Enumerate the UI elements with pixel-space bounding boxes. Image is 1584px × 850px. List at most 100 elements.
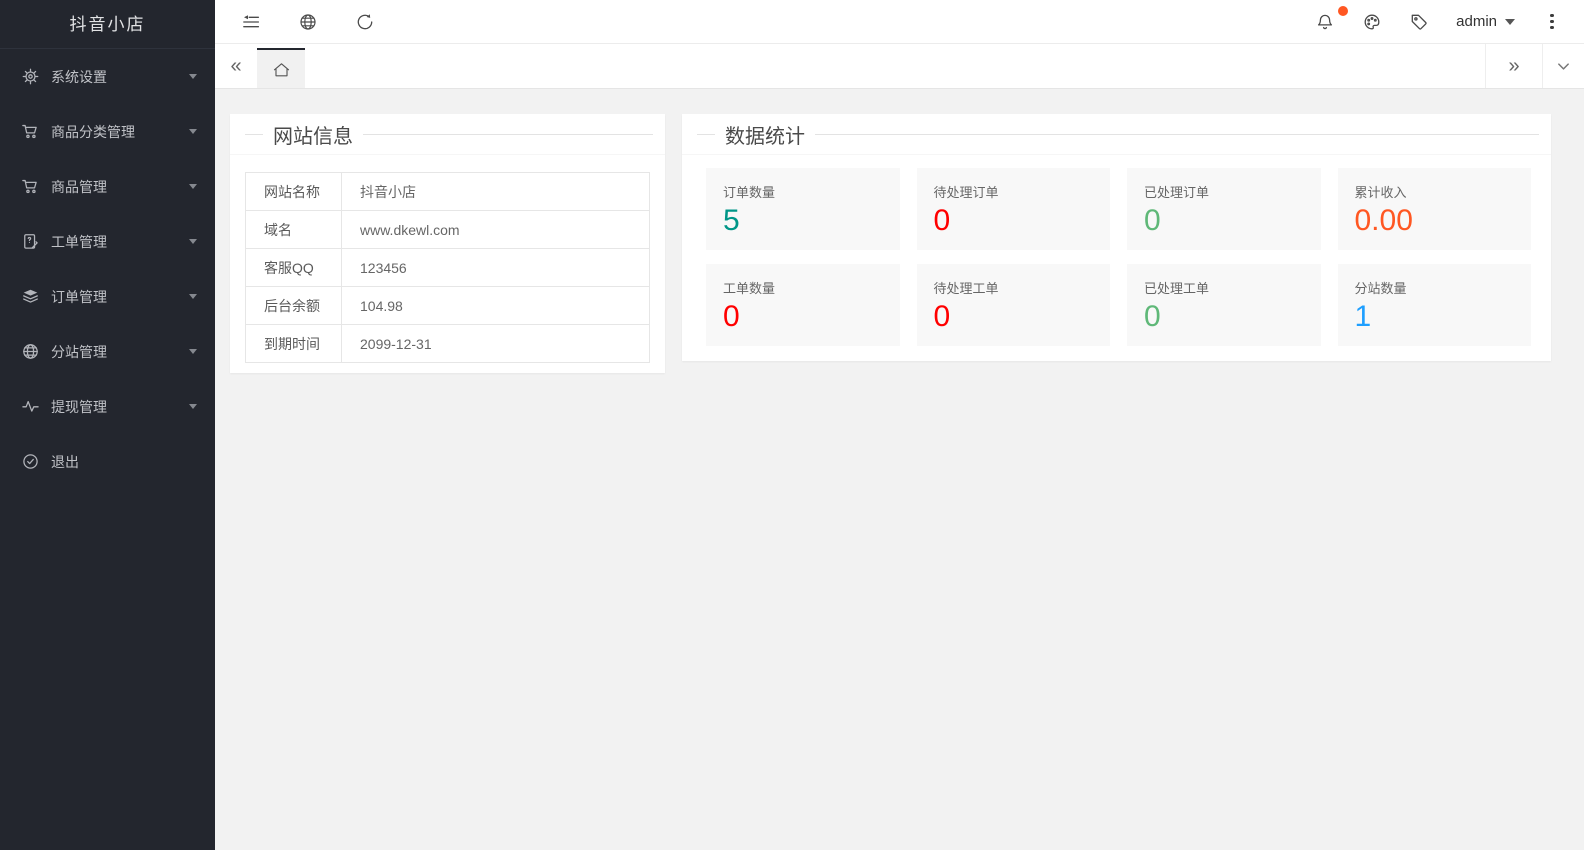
- sidebar-item-label: 系统设置: [51, 67, 189, 87]
- site-info-label: 网站名称: [246, 173, 342, 211]
- site-info-value: 抖音小店: [342, 173, 650, 211]
- site-info-value: 104.98: [342, 287, 650, 325]
- stat-label: 累计收入: [1355, 182, 1522, 201]
- stat-label: 订单数量: [723, 182, 890, 201]
- sidebar-menu: 系统设置商品分类管理商品管理工单管理订单管理分站管理提现管理退出: [0, 49, 215, 489]
- site-info-title: 网站信息: [263, 120, 363, 149]
- sidebar-item-system-settings[interactable]: 系统设置: [0, 49, 215, 104]
- sidebar-item-work-order-manage[interactable]: 工单管理: [0, 214, 215, 269]
- chevron-down-icon: [1505, 19, 1515, 25]
- scroll-tabs-left-button[interactable]: «: [215, 44, 257, 88]
- gear-icon: [22, 68, 39, 85]
- site-info-label: 域名: [246, 211, 342, 249]
- main-column: admin « » 网站信息 网站名称抖音小店域名www.dke: [215, 0, 1584, 850]
- site-info-label: 客服QQ: [246, 249, 342, 287]
- cart-icon: [22, 178, 39, 195]
- chevron-down-icon: [189, 404, 197, 409]
- chevron-down-icon: [1556, 59, 1571, 74]
- sidebar-item-label: 提现管理: [51, 397, 189, 417]
- chevron-down-icon: [189, 239, 197, 244]
- theme-palette-button[interactable]: [1362, 12, 1382, 32]
- globe-icon[interactable]: [298, 12, 318, 32]
- sidebar-item-logout[interactable]: 退出: [0, 434, 215, 489]
- stat-tile: 分站数量1: [1338, 264, 1532, 346]
- site-info-label: 到期时间: [246, 325, 342, 363]
- stat-value: 1: [1355, 300, 1522, 335]
- palette-icon: [1363, 13, 1381, 31]
- stats-card: 数据统计 订单数量5待处理订单0已处理订单0累计收入0.00工单数量0待处理工单…: [682, 114, 1551, 361]
- stat-value: 0: [1144, 300, 1311, 335]
- topbar: admin: [215, 0, 1584, 44]
- site-info-body: 网站名称抖音小店域名www.dkewl.com客服QQ123456后台余额104…: [230, 155, 665, 373]
- site-info-card: 网站信息 网站名称抖音小店域名www.dkewl.com客服QQ123456后台…: [230, 114, 665, 373]
- content-area: 网站信息 网站名称抖音小店域名www.dkewl.com客服QQ123456后台…: [215, 89, 1584, 850]
- site-info-table: 网站名称抖音小店域名www.dkewl.com客服QQ123456后台余额104…: [245, 172, 650, 363]
- sidebar-item-substation-manage[interactable]: 分站管理: [0, 324, 215, 379]
- app-title: 抖音小店: [0, 0, 215, 49]
- stat-tile: 待处理工单0: [917, 264, 1111, 346]
- chevron-down-icon: [189, 294, 197, 299]
- stat-tile: 待处理订单 0: [917, 168, 1111, 250]
- stat-label: 工单数量: [723, 278, 890, 297]
- chevron-down-icon: [189, 129, 197, 134]
- site-info-header: 网站信息: [230, 114, 665, 155]
- site-info-value: 123456: [342, 249, 650, 287]
- site-info-row: 域名www.dkewl.com: [246, 211, 650, 249]
- refresh-icon[interactable]: [355, 12, 375, 32]
- stat-label: 已处理订单: [1144, 182, 1311, 201]
- tag-button[interactable]: [1409, 12, 1429, 32]
- tab-strip-space: [305, 44, 1485, 88]
- bell-icon: [1316, 13, 1334, 31]
- cart-icon: [22, 123, 39, 140]
- kebab-icon: [1550, 14, 1553, 29]
- pulse-icon: [22, 398, 39, 415]
- layers-icon: [22, 288, 39, 305]
- stat-value: 0.00: [1355, 204, 1522, 239]
- sidebar-item-label: 订单管理: [51, 287, 189, 307]
- scroll-tabs-right-button[interactable]: »: [1485, 44, 1542, 88]
- sidebar-item-label: 退出: [51, 452, 197, 472]
- site-info-row: 网站名称抖音小店: [246, 173, 650, 211]
- site-info-value: 2099-12-31: [342, 325, 650, 363]
- site-info-label: 后台余额: [246, 287, 342, 325]
- site-info-row: 到期时间2099-12-31: [246, 325, 650, 363]
- topbar-left: [241, 12, 375, 32]
- site-info-value: www.dkewl.com: [342, 211, 650, 249]
- globe-icon: [22, 343, 39, 360]
- notifications-button[interactable]: [1315, 12, 1335, 32]
- sidebar-item-product-category-manage[interactable]: 商品分类管理: [0, 104, 215, 159]
- topbar-right: admin: [1315, 12, 1562, 32]
- stat-value: 0: [934, 204, 1101, 239]
- tab-options-button[interactable]: [1542, 44, 1584, 88]
- chevron-down-icon: [189, 74, 197, 79]
- sidebar-item-order-manage[interactable]: 订单管理: [0, 269, 215, 324]
- sidebar-item-label: 商品管理: [51, 177, 189, 197]
- sidebar-item-label: 商品分类管理: [51, 122, 189, 142]
- sidebar-item-label: 分站管理: [51, 342, 189, 362]
- home-icon: [272, 60, 291, 79]
- stat-tile: 已处理工单0: [1127, 264, 1321, 346]
- tag-icon: [1410, 13, 1428, 31]
- sidebar-item-product-manage[interactable]: 商品管理: [0, 159, 215, 214]
- tab-home[interactable]: [257, 48, 305, 88]
- stat-tile: 订单数量5: [706, 168, 900, 250]
- sidebar-item-withdrawal-manage[interactable]: 提现管理: [0, 379, 215, 434]
- stat-value: 0: [723, 300, 890, 335]
- user-menu[interactable]: admin: [1456, 13, 1515, 30]
- collapse-sidebar-icon[interactable]: [241, 12, 261, 32]
- stat-tile: 工单数量 0: [706, 264, 900, 346]
- stat-label: 待处理订单: [934, 182, 1101, 201]
- stat-tile: 累计收入 0.00: [1338, 168, 1532, 250]
- sidebar-item-label: 工单管理: [51, 232, 189, 252]
- stats-title: 数据统计: [715, 120, 815, 149]
- form-icon: [22, 233, 39, 250]
- stats-header: 数据统计: [682, 114, 1551, 155]
- sidebar: 抖音小店 系统设置商品分类管理商品管理工单管理订单管理分站管理提现管理退出: [0, 0, 215, 850]
- username: admin: [1456, 13, 1497, 30]
- site-info-row: 客服QQ123456: [246, 249, 650, 287]
- more-menu-button[interactable]: [1542, 12, 1562, 32]
- stat-value: 0: [934, 300, 1101, 335]
- chevron-down-icon: [189, 349, 197, 354]
- notification-dot: [1338, 6, 1348, 16]
- stat-value: 0: [1144, 204, 1311, 239]
